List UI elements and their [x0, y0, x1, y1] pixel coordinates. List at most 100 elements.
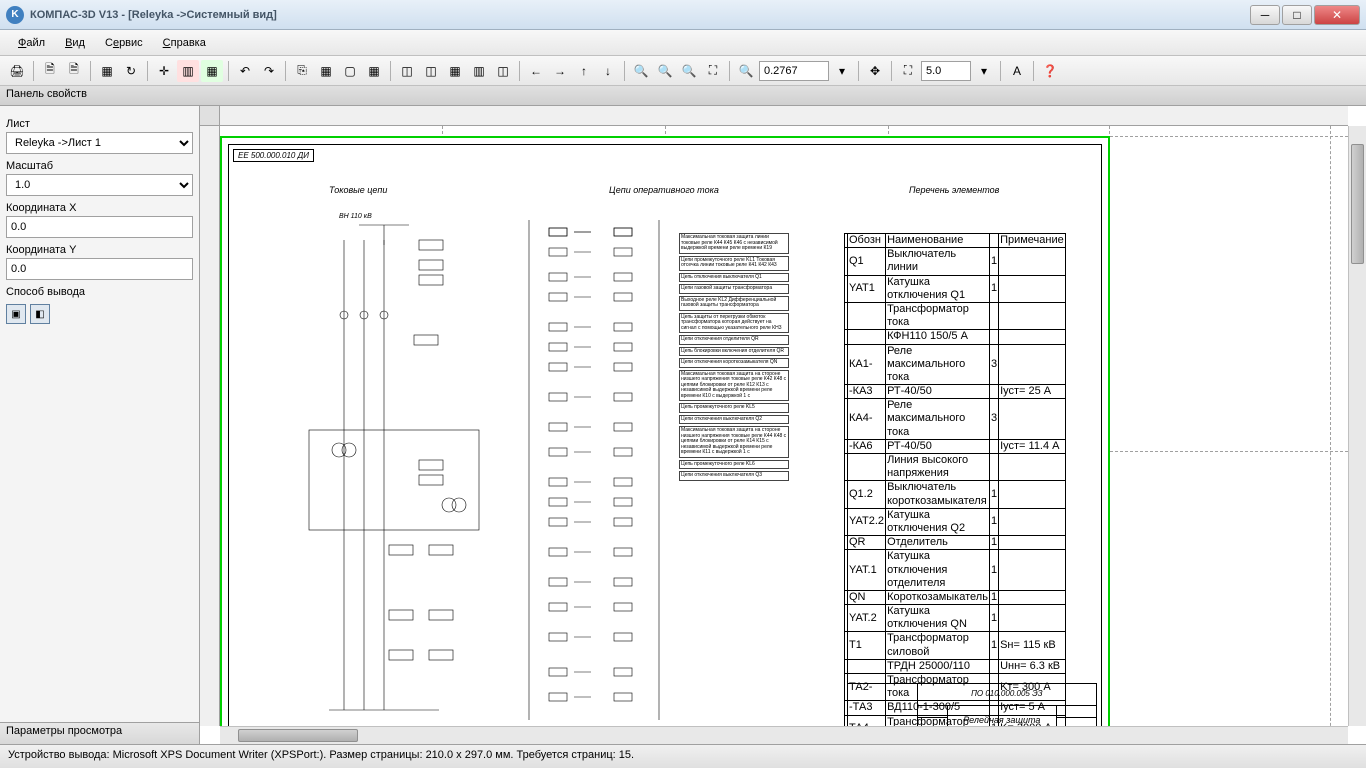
coord-y-input[interactable]: [6, 258, 193, 280]
table-row: QRОтделитель1: [845, 536, 1066, 550]
menu-file[interactable]: Файл: [8, 33, 55, 53]
scrollbar-vertical[interactable]: [1348, 126, 1366, 726]
note-item: Цепи газовой защиты трансформатора: [679, 284, 789, 294]
maximize-button[interactable]: □: [1282, 5, 1312, 25]
table-row: КФН110 150/5 А: [845, 330, 1066, 344]
help-icon[interactable]: ❓: [1039, 60, 1061, 82]
close-button[interactable]: ✕: [1314, 5, 1360, 25]
overlay4-icon[interactable]: ▥: [468, 60, 490, 82]
cursor-icon[interactable]: ✛: [153, 60, 175, 82]
scale-input[interactable]: [921, 61, 971, 81]
page1-icon[interactable]: ▢: [339, 60, 361, 82]
grid-icon[interactable]: ▦: [201, 60, 223, 82]
drawing-sheet: ЕЕ 500.000.010 ДИ Токовые цепи Цепи опер…: [220, 136, 1110, 726]
overlay3-icon[interactable]: ▦: [444, 60, 466, 82]
note-item: Максимальная токовая защита линии токовы…: [679, 233, 789, 254]
zoom-out-icon[interactable]: 🔍: [678, 60, 700, 82]
scale-fit-icon[interactable]: ⛶: [897, 60, 919, 82]
note-item: Цепь блокировки включения отделителя QR: [679, 347, 789, 357]
table-row: ТРДН 25000/110Uнн= 6.3 кВ: [845, 659, 1066, 673]
zoom-dropdown-icon[interactable]: ▾: [831, 60, 853, 82]
copy-icon[interactable]: ⎘: [291, 60, 313, 82]
table-row: YAT.1Катушка отключения отделителя1: [845, 550, 1066, 591]
props-panel-header: Панель свойств: [0, 86, 1366, 106]
menu-help[interactable]: Справка: [153, 33, 216, 53]
note-item: Цепи отключения выключателя Q3: [679, 471, 789, 481]
rotate-left-icon[interactable]: ↶: [234, 60, 256, 82]
title-block: ПО 010.000.005 ЭЗ Релейная защита ПУ каф…: [847, 683, 1097, 726]
note-item: Максимальная токовая защита на стороне н…: [679, 370, 789, 402]
drawing-code: ЕЕ 500.000.010 ДИ: [233, 149, 314, 162]
scale-dropdown-icon[interactable]: ▾: [973, 60, 995, 82]
print-settings-icon[interactable]: 🗎: [63, 60, 85, 82]
rotate-right-icon[interactable]: ↷: [258, 60, 280, 82]
arrow-right-icon[interactable]: →: [549, 60, 571, 82]
arrow-up-icon[interactable]: ↑: [573, 60, 595, 82]
coord-x-label: Координата X: [6, 202, 193, 214]
note-item: Цепь промежуточного реле KL5: [679, 403, 789, 413]
zoom-in-icon[interactable]: 🔍: [630, 60, 652, 82]
zoom-input[interactable]: [759, 61, 829, 81]
zoom-plus-icon[interactable]: 🔍: [735, 60, 757, 82]
note-item: Цепь промежуточного реле KL6: [679, 460, 789, 470]
note-item: Цепь защиты от перегрузки обмоток трансф…: [679, 313, 789, 334]
table-row: Q1.2Выключатель короткозамыкателя1: [845, 481, 1066, 508]
overlay5-icon[interactable]: ◫: [492, 60, 514, 82]
view-params-tab[interactable]: Параметры просмотра: [0, 722, 199, 744]
note-item: Выходное реле KL2 Дифференциальной газов…: [679, 296, 789, 311]
app-icon: K: [6, 6, 24, 24]
print-preview-icon[interactable]: 🗎: [39, 60, 61, 82]
table-row: YAT.2Катушка отключения QN1: [845, 605, 1066, 632]
layers-icon[interactable]: ▥: [177, 60, 199, 82]
table-row: КА4-Реле максимального тока3: [845, 399, 1066, 440]
status-bar: Устройство вывода: Microsoft XPS Documen…: [0, 744, 1366, 768]
table-row: Q1Выключатель линии1: [845, 248, 1066, 275]
multipage-icon[interactable]: ▦: [315, 60, 337, 82]
arrow-left-icon[interactable]: ←: [525, 60, 547, 82]
menu-view[interactable]: Вид: [55, 33, 95, 53]
overlay1-icon[interactable]: ◫: [396, 60, 418, 82]
drawing-canvas[interactable]: ЕЕ 500.000.010 ДИ Токовые цепи Цепи опер…: [200, 106, 1366, 744]
text-icon[interactable]: A: [1006, 60, 1028, 82]
note-item: Цепь отключения выключателя Q1: [679, 273, 789, 283]
output-mode-2-button[interactable]: ◧: [30, 304, 50, 324]
voltage-label: ВН 110 кВ: [339, 213, 372, 220]
note-item: Цепи отключения выключателя Q2: [679, 415, 789, 425]
table-row: Линия высокого напряжения: [845, 454, 1066, 481]
note-item: Максимальная токовая защита на стороне н…: [679, 426, 789, 458]
page2-icon[interactable]: ▦: [363, 60, 385, 82]
current-circuits-schematic: [289, 220, 489, 720]
minimize-button[interactable]: ─: [1250, 5, 1280, 25]
overlay2-icon[interactable]: ◫: [420, 60, 442, 82]
sheet-select[interactable]: Releyka ->Лист 1: [6, 132, 193, 154]
titlebar: K КОМПАС-3D V13 - [Releyka ->Системный в…: [0, 0, 1366, 30]
table-row: КА1-Реле максимального тока3: [845, 344, 1066, 385]
viewport[interactable]: ЕЕ 500.000.010 ДИ Токовые цепи Цепи опер…: [220, 126, 1348, 726]
table-row: QNКороткозамыкатель1: [845, 590, 1066, 604]
zoom-window-icon[interactable]: 🔍: [654, 60, 676, 82]
arrow-down-icon[interactable]: ↓: [597, 60, 619, 82]
scale-label: Масштаб: [6, 160, 193, 172]
menu-service[interactable]: Сервис: [95, 33, 153, 53]
pan-icon[interactable]: ✥: [864, 60, 886, 82]
print-icon[interactable]: 🖨: [6, 60, 28, 82]
scale-select[interactable]: 1.0: [6, 174, 193, 196]
table-row: T1Трансформатор силовой1Sн= 115 кВ: [845, 632, 1066, 659]
section-3-title: Перечень элементов: [909, 185, 999, 195]
circuit-notes: Максимальная токовая защита линии токовы…: [679, 233, 789, 481]
scrollbar-horizontal[interactable]: [220, 726, 1348, 744]
properties-sidebar: Лист Releyka ->Лист 1 Масштаб 1.0 Коорди…: [0, 106, 200, 744]
coord-x-input[interactable]: [6, 216, 193, 238]
page-setup-icon[interactable]: ▦: [96, 60, 118, 82]
parts-table: Обозн Наименование Примечание Q1Выключат…: [844, 233, 1066, 726]
table-row: -КА6РТ-40/50Iуст= 11.4 А: [845, 439, 1066, 453]
output-mode-1-button[interactable]: ▣: [6, 304, 26, 324]
note-item: Цепи отключения короткозамыкателя QN: [679, 358, 789, 368]
zoom-fit-icon[interactable]: ⛶: [702, 60, 724, 82]
table-row: Трансформатор тока: [845, 302, 1066, 329]
note-item: Цепи промежуточного реле KL1 Токовая отс…: [679, 256, 789, 271]
note-item: Цепи отключения отделителя QR: [679, 335, 789, 345]
ruler-vertical: [200, 126, 220, 726]
refresh-icon[interactable]: ↻: [120, 60, 142, 82]
table-row: -КА3РТ-40/50Iуст= 25 А: [845, 385, 1066, 399]
